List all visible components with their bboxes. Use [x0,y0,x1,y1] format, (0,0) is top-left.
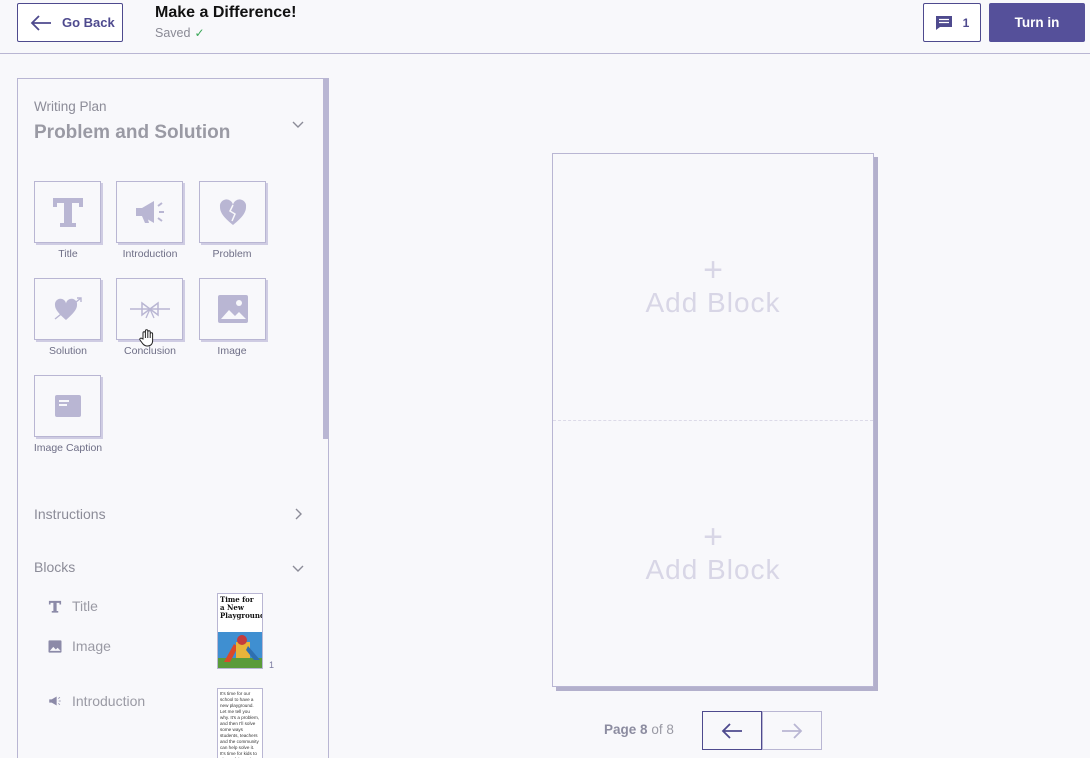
ribbon-icon [129,301,170,319]
image-caption-block-tile[interactable] [34,375,101,437]
comments-button[interactable]: 1 [923,3,981,42]
writing-plan-sidebar: Writing Plan Problem and Solution Title … [17,78,329,758]
top-bar: Go Back Make a Difference! Saved ✓ 1 Tur… [0,0,1090,54]
writing-plan-title: Problem and Solution [34,122,231,143]
plus-icon: + [703,251,723,289]
of-word: of [651,722,663,737]
page-word: Page [604,722,637,737]
saved-label: Saved [155,26,191,40]
sidebar-scrollbar[interactable] [323,79,328,439]
page-indicator: Page 8 of 8 [604,722,674,737]
tile-label-image: Image [217,345,247,357]
block-list-label: Introduction [72,693,146,709]
title-icon [52,198,83,227]
thumbnail-body-text: It's time for our school to have a new p… [220,691,260,758]
heart-arrow-icon [54,297,82,320]
chevron-down-icon[interactable] [291,561,305,575]
page-thumbnail-2[interactable]: It's time for our school to have a new p… [217,688,263,758]
image-block-tile[interactable] [199,278,266,340]
caption-icon [54,395,81,417]
tile-label-image-caption: Image Caption [33,442,103,454]
save-status: Saved ✓ [155,26,205,40]
turn-in-button[interactable]: Turn in [989,3,1085,42]
total-pages: 8 [666,722,674,737]
thumbnail-title-text: Time for a New Playground [220,595,263,620]
previous-page-button[interactable] [702,711,762,750]
plus-icon: + [703,518,723,556]
title-icon [48,600,62,613]
check-icon: ✓ [194,26,205,40]
chevron-right-icon[interactable] [291,507,305,521]
instructions-section-label[interactable]: Instructions [34,506,106,522]
page-title: Make a Difference! [155,4,297,21]
add-block-slot-top[interactable]: + Add Block [553,154,873,420]
current-page: 8 [640,722,648,737]
thumbnail-page-number: 1 [269,660,275,670]
image-icon [217,295,248,323]
introduction-block-tile[interactable] [116,181,183,243]
writing-plan-label: Writing Plan [34,99,107,114]
broken-heart-icon [219,199,246,225]
block-list-label: Image [72,638,111,654]
problem-block-tile[interactable] [199,181,266,243]
next-page-button[interactable] [762,711,822,750]
hand-cursor-icon [139,329,154,347]
blocks-section-label[interactable]: Blocks [34,559,75,575]
block-list-item-introduction[interactable]: Introduction [48,693,145,709]
arrow-left-icon [30,14,51,31]
comment-icon [935,15,952,30]
title-block-tile[interactable] [34,181,101,243]
playground-photo [218,632,262,668]
block-list-item-title[interactable]: Title [48,598,98,614]
go-back-button[interactable]: Go Back [17,3,123,42]
page-canvas: + Add Block + Add Block [552,153,874,687]
solution-block-tile[interactable] [34,278,101,340]
megaphone-icon [49,696,61,706]
add-block-label: Add Block [645,554,781,585]
comments-count: 1 [962,15,970,30]
chevron-down-icon[interactable] [291,117,305,131]
tile-label-problem: Problem [212,248,252,260]
add-block-label: Add Block [645,287,781,318]
page-thumbnail-1[interactable]: Time for a New Playground [217,593,263,669]
go-back-label: Go Back [62,15,115,30]
arrow-right-icon [782,722,803,739]
block-list-item-image[interactable]: Image [48,638,111,654]
megaphone-icon [135,201,164,223]
image-icon [48,639,62,653]
add-block-slot-bottom[interactable]: + Add Block [553,421,873,687]
block-list-label: Title [72,598,98,614]
arrow-left-icon [721,722,742,739]
